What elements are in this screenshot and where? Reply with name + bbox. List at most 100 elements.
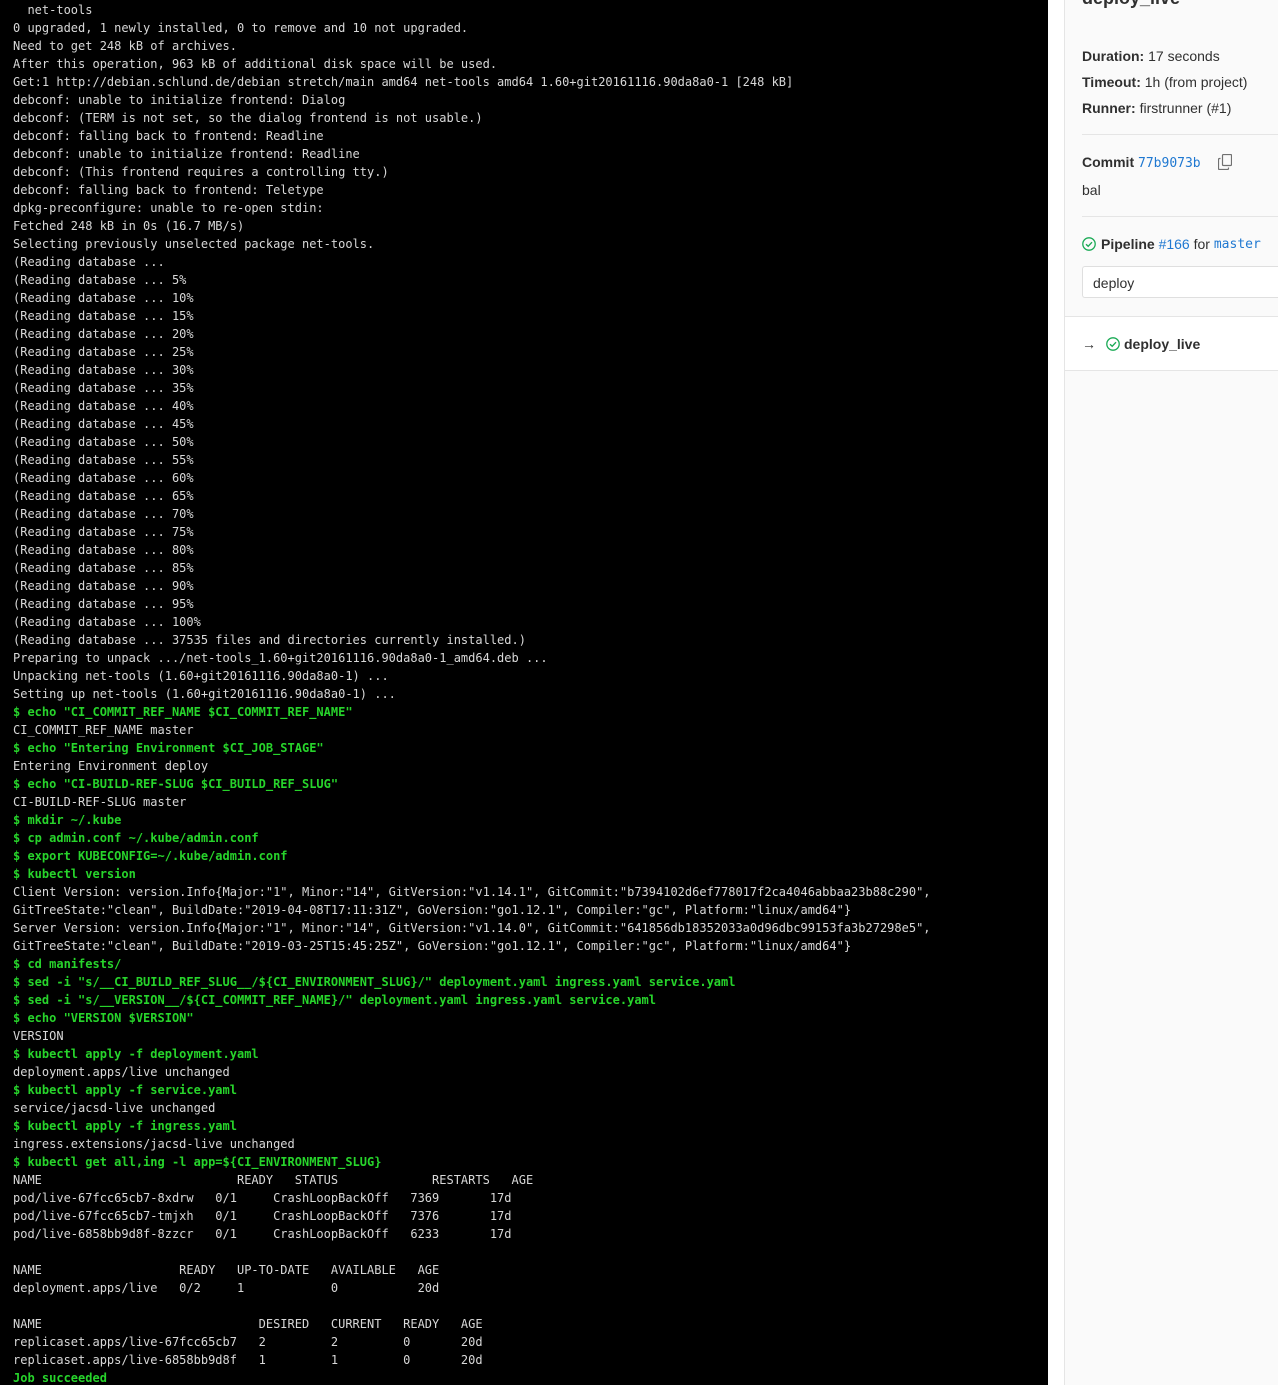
log-line: pod/live-67fcc65cb7-tmjxh 0/1 CrashLoopB… (13, 1209, 512, 1223)
stage-dropdown[interactable]: deploy (1082, 266, 1278, 298)
log-command-line: $ export KUBECONFIG=~/.kube/admin.conf (13, 849, 288, 863)
log-line: (Reading database ... 55% (13, 453, 194, 467)
copy-icon[interactable] (1218, 154, 1232, 170)
log-command-line: $ echo "Entering Environment $CI_JOB_STA… (13, 741, 324, 755)
log-line: (Reading database ... 35% (13, 381, 194, 395)
log-line: Server Version: version.Info{Major:"1", … (13, 921, 931, 935)
section-divider (1065, 370, 1278, 371)
log-command-line: $ kubectl version (13, 867, 136, 881)
commit-row: Commit 77b9073b (1082, 154, 1201, 171)
commit-sha-link[interactable]: 77b9073b (1138, 156, 1201, 171)
log-line: service/jacsd-live unchanged (13, 1101, 216, 1115)
log-line: ingress.extensions/jacsd-live unchanged (13, 1137, 295, 1151)
log-line: NAME READY UP-TO-DATE AVAILABLE AGE (13, 1263, 440, 1277)
log-line: NAME DESIRED CURRENT READY AGE (13, 1317, 483, 1331)
log-command-line: $ echo "VERSION $VERSION" (13, 1011, 194, 1025)
log-line: Selecting previously unselected package … (13, 237, 375, 251)
pipeline-link[interactable]: #166 (1159, 236, 1190, 252)
log-line: CI_COMMIT_REF_NAME master (13, 723, 194, 737)
log-line: (Reading database ... 100% (13, 615, 201, 629)
log-command-line: $ kubectl get all,ing -l app=${CI_ENVIRO… (13, 1155, 382, 1169)
pipeline-label: Pipeline (1101, 236, 1155, 252)
pipeline-ref-link[interactable]: master (1214, 237, 1261, 252)
pipeline-row: Pipeline #166 for master (1082, 236, 1261, 252)
log-line: debconf: (This frontend requires a contr… (13, 165, 389, 179)
log-line: (Reading database ... 85% (13, 561, 194, 575)
log-line: pod/live-6858bb9d8f-8zzcr 0/1 CrashLoopB… (13, 1227, 512, 1241)
log-line: (Reading database ... 5% (13, 273, 187, 287)
commit-label: Commit (1082, 154, 1135, 170)
log-line: net-tools (13, 3, 93, 17)
log-command-line: $ kubectl apply -f deployment.yaml (13, 1047, 259, 1061)
log-line: (Reading database ... 70% (13, 507, 194, 521)
log-line: replicaset.apps/live-6858bb9d8f 1 1 0 20… (13, 1353, 483, 1367)
job-sidebar: deploy_live Duration: 17 seconds Timeout… (1064, 0, 1278, 1385)
runner-row: Runner: firstrunner (#1) (1082, 100, 1231, 116)
log-line: (Reading database ... 80% (13, 543, 194, 557)
current-job-arrow-icon: → (1082, 335, 1096, 352)
log-line: (Reading database ... 75% (13, 525, 194, 539)
log-command-line: $ sed -i "s/__CI_BUILD_REF_SLUG__/${CI_E… (13, 975, 736, 989)
log-line: (Reading database ... 60% (13, 471, 194, 485)
timeout-value: 1h (from project) (1144, 74, 1248, 90)
log-line: Unpacking net-tools (1.60+git20161116.90… (13, 669, 389, 683)
log-line: GitTreeState:"clean", BuildDate:"2019-04… (13, 903, 852, 917)
job-title: deploy_live (1082, 0, 1180, 9)
log-line: debconf: (TERM is not set, so the dialog… (13, 111, 483, 125)
commit-message: bal (1082, 182, 1101, 198)
log-line: (Reading database ... 25% (13, 345, 194, 359)
log-line: Entering Environment deploy (13, 759, 209, 773)
duration-label: Duration: (1082, 48, 1145, 64)
log-line: debconf: falling back to frontend: Readl… (13, 129, 324, 143)
timeout-label: Timeout: (1082, 74, 1141, 90)
log-line: dpkg-preconfigure: unable to re-open std… (13, 201, 324, 215)
log-line: (Reading database ... 40% (13, 399, 194, 413)
status-success-icon (1082, 237, 1096, 251)
log-line: VERSION (13, 1029, 64, 1043)
log-line: debconf: unable to initialize frontend: … (13, 147, 360, 161)
log-line: GitTreeState:"clean", BuildDate:"2019-03… (13, 939, 852, 953)
job-list-item-deploy-live[interactable]: → deploy_live (1065, 317, 1278, 370)
duration-row: Duration: 17 seconds (1082, 48, 1220, 64)
log-line: 0 upgraded, 1 newly installed, 0 to remo… (13, 21, 469, 35)
log-command-line: $ sed -i "s/__VERSION__/${CI_COMMIT_REF_… (13, 993, 656, 1007)
log-line: deployment.apps/live 0/2 1 0 20d (13, 1281, 440, 1295)
log-command-line: $ mkdir ~/.kube (13, 813, 122, 827)
log-line: (Reading database ... (13, 255, 165, 269)
log-line: After this operation, 963 kB of addition… (13, 57, 498, 71)
job-log-output: net-tools 0 upgraded, 1 newly installed, … (13, 1, 931, 1385)
log-line: Preparing to unpack .../net-tools_1.60+g… (13, 651, 548, 665)
log-command-line: $ kubectl apply -f service.yaml (13, 1083, 237, 1097)
log-line: NAME READY STATUS RESTARTS AGE (13, 1173, 534, 1187)
pipeline-for-text: for (1193, 236, 1210, 252)
timeout-row: Timeout: 1h (from project) (1082, 74, 1247, 90)
log-line: (Reading database ... 10% (13, 291, 194, 305)
job-link[interactable]: deploy_live (1124, 336, 1200, 352)
log-line: (Reading database ... 95% (13, 597, 194, 611)
log-line: (Reading database ... 37535 files and di… (13, 633, 526, 647)
log-line: (Reading database ... 90% (13, 579, 194, 593)
log-line: (Reading database ... 20% (13, 327, 194, 341)
section-divider (1082, 216, 1278, 217)
log-line: pod/live-67fcc65cb7-8xdrw 0/1 CrashLoopB… (13, 1191, 512, 1205)
log-line: (Reading database ... 15% (13, 309, 194, 323)
log-command-line: $ echo "CI_COMMIT_REF_NAME $CI_COMMIT_RE… (13, 705, 353, 719)
log-line: Fetched 248 kB in 0s (16.7 MB/s) (13, 219, 245, 233)
log-line: Need to get 248 kB of archives. (13, 39, 237, 53)
log-line: (Reading database ... 45% (13, 417, 194, 431)
duration-value: 17 seconds (1148, 48, 1220, 64)
log-line: deployment.apps/live unchanged (13, 1065, 230, 1079)
log-command-line: $ echo "CI-BUILD-REF-SLUG $CI_BUILD_REF_… (13, 777, 339, 791)
runner-value: firstrunner (#1) (1139, 100, 1232, 116)
job-log-terminal[interactable]: net-tools 0 upgraded, 1 newly installed, … (0, 0, 1048, 1385)
log-line: Setting up net-tools (1.60+git20161116.9… (13, 687, 396, 701)
log-success-line: Job succeeded (13, 1371, 107, 1385)
log-line: (Reading database ... 65% (13, 489, 194, 503)
log-line: replicaset.apps/live-67fcc65cb7 2 2 0 20… (13, 1335, 483, 1349)
log-line: debconf: falling back to frontend: Telet… (13, 183, 324, 197)
log-line: CI-BUILD-REF-SLUG master (13, 795, 187, 809)
log-command-line: $ cd manifests/ (13, 957, 122, 971)
section-divider (1082, 134, 1278, 135)
